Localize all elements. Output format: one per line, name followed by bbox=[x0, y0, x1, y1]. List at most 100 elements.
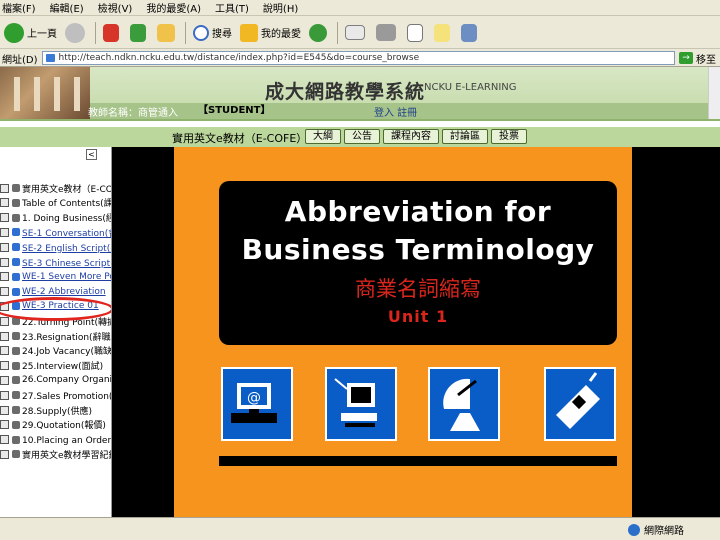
tree-toggle-icon[interactable] bbox=[0, 390, 9, 400]
tree-item-label: Table of Contents(課目錄) bbox=[22, 199, 112, 210]
tree-toggle-icon[interactable] bbox=[0, 287, 9, 297]
course-tree-sidebar: < 實用英文e教材（E-COFE） Table of Contents(課目錄) 1… bbox=[0, 147, 112, 517]
nav-content-button[interactable]: 課程內容 bbox=[383, 129, 439, 144]
tree-item-label: 23.Resignation(辭職) bbox=[22, 332, 112, 343]
nav-forum-button[interactable]: 討論區 bbox=[442, 129, 488, 144]
tree-item[interactable]: Table of Contents(課目錄) bbox=[0, 196, 112, 210]
tree-toggle-icon[interactable] bbox=[0, 183, 9, 193]
slide-unit: Unit 1 bbox=[387, 307, 449, 326]
favorites-label: 我的最愛 bbox=[261, 29, 301, 40]
toolbar-separator bbox=[337, 21, 338, 44]
printer-icon bbox=[376, 24, 396, 41]
tree-toggle-icon[interactable] bbox=[0, 242, 9, 252]
menu-view[interactable]: 檢視(V) bbox=[92, 0, 141, 15]
forward-button[interactable] bbox=[61, 20, 92, 46]
tree-item[interactable]: SE-1 Conversation(會話) bbox=[0, 225, 111, 239]
menu-file[interactable]: 檔案(F) bbox=[0, 0, 44, 15]
tree-toggle-icon[interactable] bbox=[0, 227, 9, 237]
forward-arrow-icon bbox=[65, 22, 85, 43]
search-icon bbox=[193, 24, 209, 41]
menu-favorites[interactable]: 我的最愛(A) bbox=[140, 0, 209, 15]
research-button[interactable] bbox=[457, 20, 484, 46]
go-button[interactable]: → 移至 bbox=[675, 51, 720, 66]
nav-announcement-button[interactable]: 公告 bbox=[344, 129, 380, 144]
mail-button[interactable] bbox=[341, 20, 372, 46]
refresh-icon bbox=[130, 23, 146, 42]
folder-icon bbox=[12, 420, 20, 429]
tree-item[interactable]: 實用英文e教材（E-COFE） bbox=[0, 181, 111, 195]
tree-item[interactable]: 實用英文e教材學習紀錄 bbox=[0, 447, 111, 461]
tree-toggle-icon[interactable] bbox=[0, 420, 9, 430]
tree-item[interactable]: 24.Job Vacancy(職缺) bbox=[0, 344, 112, 358]
tree-toggle-icon[interactable] bbox=[0, 316, 9, 326]
tree-item-label: SE-2 English Script(英文) bbox=[22, 243, 111, 254]
tree-item[interactable]: 29.Quotation(報價) bbox=[0, 418, 111, 432]
tree-item[interactable]: 1. Doing Business(經商) bbox=[0, 211, 111, 225]
tree-item[interactable]: 23.Resignation(辭職) bbox=[0, 329, 112, 343]
svg-text:@: @ bbox=[247, 390, 261, 406]
tree-item-label: 10.Placing an Order(下訂) bbox=[22, 436, 112, 447]
page-icon bbox=[12, 272, 20, 281]
tree-item[interactable]: SE-2 English Script(英文) bbox=[0, 240, 111, 254]
folder-icon bbox=[12, 406, 20, 414]
print-button[interactable] bbox=[372, 20, 403, 46]
building-column bbox=[54, 77, 60, 111]
slide-divider-bar bbox=[219, 456, 617, 466]
back-label: 上一頁 bbox=[27, 29, 57, 40]
discuss-button[interactable] bbox=[430, 20, 457, 46]
tree-item[interactable]: WE-1 Seven More Points bbox=[0, 270, 111, 284]
tree-toggle-icon[interactable] bbox=[0, 435, 9, 445]
tree-toggle-icon[interactable] bbox=[0, 213, 9, 223]
search-button[interactable]: 搜尋 bbox=[189, 20, 236, 46]
tree-toggle-icon[interactable] bbox=[0, 331, 9, 341]
slide-title-line2: Business Terminology bbox=[241, 233, 595, 266]
tree-item[interactable]: 27.Sales Promotion(促銷) bbox=[0, 388, 111, 402]
nav-syllabus-button[interactable]: 大綱 bbox=[305, 129, 341, 144]
login-links[interactable]: 登入 註冊 bbox=[374, 104, 417, 119]
tree-toggle-icon[interactable] bbox=[0, 272, 9, 282]
nav-vote-button[interactable]: 投票 bbox=[491, 129, 527, 144]
tree-item-label: 28.Supply(供應) bbox=[22, 406, 93, 417]
tree-item-label: 29.Quotation(報價) bbox=[22, 421, 106, 432]
tree-item[interactable]: SE-3 Chinese Script(中文) bbox=[0, 255, 111, 269]
go-arrow-icon: → bbox=[679, 52, 693, 64]
browser-toolbar: 上一頁 搜尋 我的最愛 bbox=[0, 17, 720, 49]
satellite-dish-icon bbox=[428, 367, 500, 441]
folder-icon bbox=[12, 376, 20, 385]
slide-title-box: Abbreviation for Business Terminology 商業… bbox=[219, 181, 617, 345]
tree-toggle-icon[interactable] bbox=[0, 346, 9, 356]
tree-toggle-icon[interactable] bbox=[0, 449, 9, 459]
tree-item-label: 27.Sales Promotion(促銷) bbox=[22, 391, 111, 402]
tree-toggle-icon[interactable] bbox=[0, 257, 9, 267]
stop-icon bbox=[103, 23, 119, 42]
tree-item[interactable]: 10.Placing an Order(下訂) bbox=[0, 433, 112, 447]
tree-item-label: 24.Job Vacancy(職缺) bbox=[22, 347, 112, 358]
favorites-button[interactable]: 我的最愛 bbox=[236, 20, 305, 46]
system-name-en: NCKU E-LEARNING bbox=[424, 82, 517, 93]
tree-item[interactable]: 26.Company Organization bbox=[0, 373, 111, 387]
user-crumb: 教師名稱：商管通入 bbox=[88, 108, 178, 119]
tree-toggle-icon[interactable] bbox=[0, 405, 9, 415]
tree-item[interactable]: 28.Supply(供應) bbox=[0, 403, 111, 417]
tree-item[interactable]: 25.Interview(面試) bbox=[0, 359, 111, 373]
tree-toggle-icon[interactable] bbox=[0, 198, 9, 208]
history-button[interactable] bbox=[305, 20, 334, 46]
page-icon bbox=[12, 243, 20, 252]
edit-button[interactable] bbox=[403, 20, 430, 46]
slide-chinese-title: 商業名詞縮寫 bbox=[355, 277, 481, 301]
back-button[interactable]: 上一頁 bbox=[0, 20, 61, 46]
stop-button[interactable] bbox=[99, 20, 126, 46]
home-icon bbox=[157, 23, 175, 42]
collapse-sidebar-button[interactable]: < bbox=[86, 149, 97, 160]
refresh-button[interactable] bbox=[126, 20, 153, 46]
menu-tools[interactable]: 工具(T) bbox=[209, 0, 257, 15]
mobile-phone-icon bbox=[544, 367, 616, 441]
tree-toggle-icon[interactable] bbox=[0, 361, 9, 371]
address-input[interactable]: http://teach.ndkn.ncku.edu.tw/distance/i… bbox=[41, 51, 675, 65]
tree-toggle-icon[interactable] bbox=[0, 375, 9, 385]
folder-icon bbox=[12, 198, 20, 207]
menu-help[interactable]: 說明(H) bbox=[257, 0, 306, 15]
home-button[interactable] bbox=[153, 20, 182, 46]
history-icon bbox=[309, 23, 327, 42]
menu-edit[interactable]: 編輯(E) bbox=[44, 0, 92, 15]
